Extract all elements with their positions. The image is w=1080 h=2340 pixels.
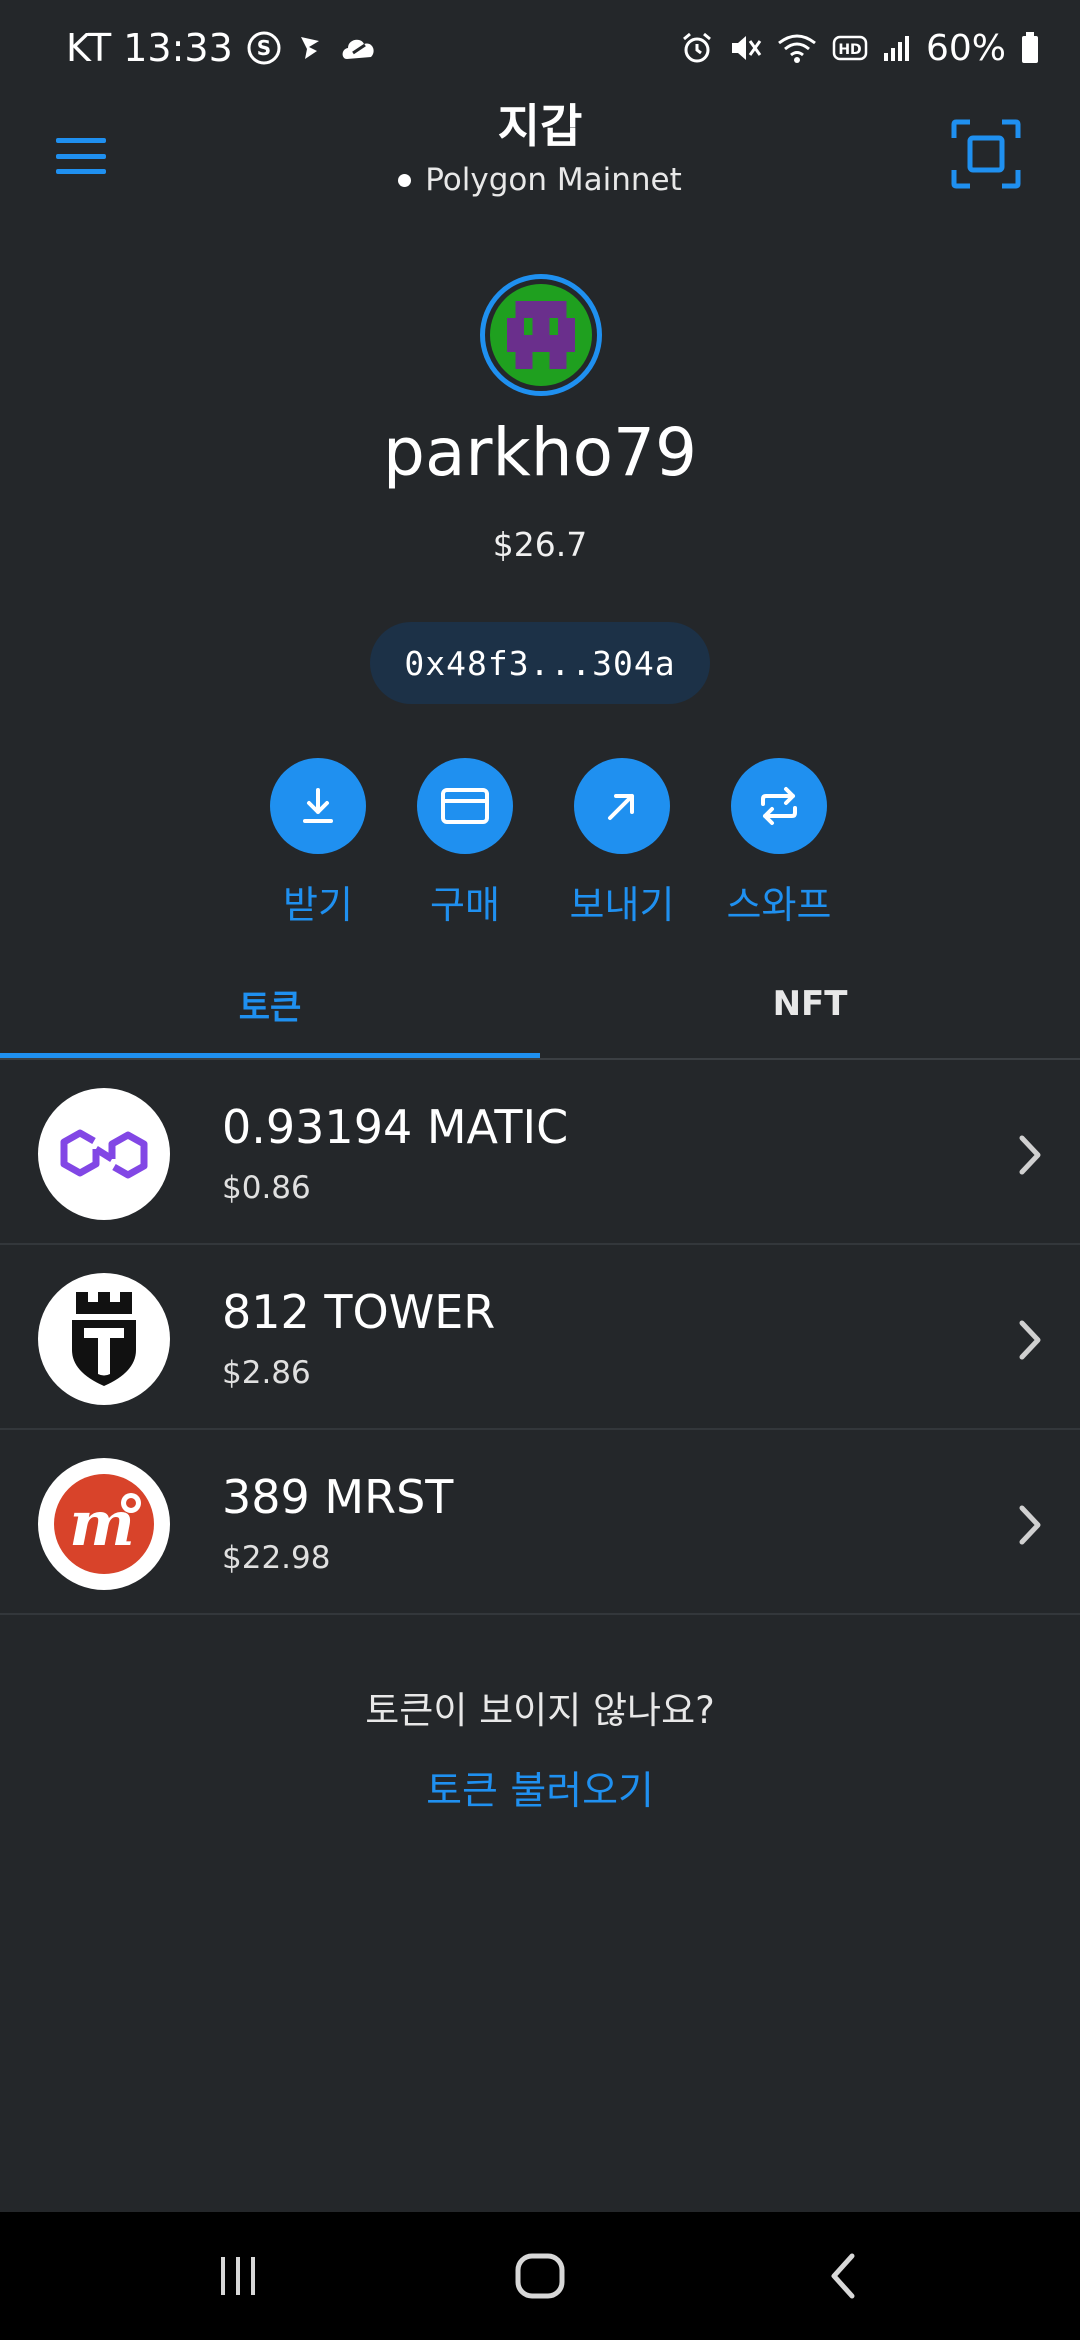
flag-icon — [295, 33, 325, 63]
mrst-icon: m — [54, 1474, 154, 1574]
tower-icon — [72, 1292, 136, 1386]
status-left: KT 13:33 S — [66, 22, 379, 74]
tab-tokens[interactable]: 토큰 — [0, 950, 540, 1058]
missing-tokens-prompt: 토큰이 보이지 않나요? — [365, 1689, 715, 1732]
home-button[interactable] — [500, 2246, 580, 2306]
status-right: HD 60% — [680, 22, 1040, 74]
battery-icon — [1020, 31, 1040, 65]
token-amount: 389 MRST — [222, 1470, 454, 1524]
address-copy-button[interactable]: 0x48f3...304a — [370, 622, 710, 704]
hamburger-line — [56, 153, 106, 159]
hamburger-line — [56, 138, 106, 143]
asset-tabs: 토큰 NFT — [0, 950, 1080, 1060]
page-title: 지갑 — [497, 99, 583, 153]
chevron-right-icon — [1019, 1135, 1041, 1175]
svg-text:S: S — [257, 36, 271, 60]
import-tokens-link[interactable]: 토큰 불러오기 — [290, 1760, 790, 1816]
polygon-icon — [60, 1129, 148, 1179]
network-dot-icon — [398, 173, 412, 187]
chevron-right-icon — [1019, 1320, 1041, 1360]
receive-button[interactable]: 받기 — [238, 758, 398, 929]
buy-circle — [417, 758, 513, 854]
download-icon — [303, 788, 333, 823]
token-row-mrst[interactable]: m 389 MRST $22.98 — [0, 1430, 1080, 1615]
token-amount: 0.93194 MATIC — [222, 1100, 569, 1154]
buy-label: 구매 — [430, 883, 500, 927]
receive-label: 받기 — [283, 883, 353, 927]
scan-icon — [951, 119, 1021, 189]
signal-icon — [882, 33, 912, 63]
identicon-icon — [490, 284, 592, 386]
s-app-icon: S — [247, 31, 281, 65]
menu-button[interactable] — [56, 138, 106, 174]
buy-button[interactable]: 구매 — [385, 758, 545, 929]
token-amount: 812 TOWER — [222, 1285, 496, 1339]
back-button[interactable] — [804, 2246, 884, 2306]
scan-qr-button[interactable] — [950, 118, 1022, 190]
swap-button[interactable]: 스와프 — [699, 758, 859, 929]
home-icon — [515, 2253, 565, 2299]
chevron-right-icon — [1019, 1505, 1041, 1545]
token-row-matic[interactable]: 0.93194 MATIC $0.86 — [0, 1060, 1080, 1245]
hd-icon: HD — [832, 33, 868, 63]
send-circle — [574, 758, 670, 854]
carrier-time: KT 13:33 — [66, 26, 233, 70]
token-list: 0.93194 MATIC $0.86 812 TOWER $2.86 m 38… — [0, 1060, 1080, 1615]
token-row-tower[interactable]: 812 TOWER $2.86 — [0, 1245, 1080, 1430]
mrst-logo: m — [38, 1458, 170, 1590]
card-icon — [441, 788, 489, 824]
alarm-icon — [680, 31, 714, 65]
cloud-icon — [339, 31, 379, 65]
polygon-logo — [38, 1088, 170, 1220]
active-tab-indicator — [0, 1053, 540, 1058]
back-icon — [831, 2253, 855, 2299]
wifi-icon — [776, 31, 818, 65]
send-label: 보내기 — [569, 883, 675, 927]
token-fiat-value: $22.98 — [222, 1540, 331, 1576]
send-button[interactable]: 보내기 — [542, 758, 702, 929]
account-avatar-button[interactable] — [480, 274, 602, 396]
header-title-block[interactable]: 지갑 Polygon Mainnet — [340, 96, 740, 198]
mute-icon — [728, 31, 762, 65]
wallet-actions: 받기 구매 보내기 스와프 — [240, 758, 840, 928]
recent-apps-button[interactable] — [198, 2246, 278, 2306]
system-nav-bar — [0, 2212, 1080, 2340]
receive-circle — [270, 758, 366, 854]
swap-icon — [761, 787, 797, 825]
battery-percent: 60% — [925, 27, 1006, 69]
arrow-up-right-icon — [608, 794, 634, 820]
hamburger-line — [56, 169, 106, 174]
wallet-screen: KT 13:33 S HD 60% 지갑 Polygon Mainnet par… — [0, 0, 1080, 2340]
avatar — [490, 284, 592, 386]
network-indicator[interactable]: Polygon Mainnet — [340, 162, 740, 198]
swap-circle — [731, 758, 827, 854]
svg-text:HD: HD — [838, 42, 861, 58]
tab-nft[interactable]: NFT — [540, 950, 1080, 1058]
recent-apps-icon — [221, 2257, 255, 2295]
swap-label: 스와프 — [726, 883, 832, 927]
account-balance: $26.7 — [492, 525, 588, 564]
token-fiat-value: $2.86 — [222, 1355, 311, 1391]
token-fiat-value: $0.86 — [222, 1170, 311, 1206]
status-bar: KT 13:33 S HD 60% — [0, 0, 1080, 96]
account-name[interactable]: parkho79 — [240, 410, 840, 496]
network-name: Polygon Mainnet — [425, 162, 682, 198]
tower-logo — [38, 1273, 170, 1405]
